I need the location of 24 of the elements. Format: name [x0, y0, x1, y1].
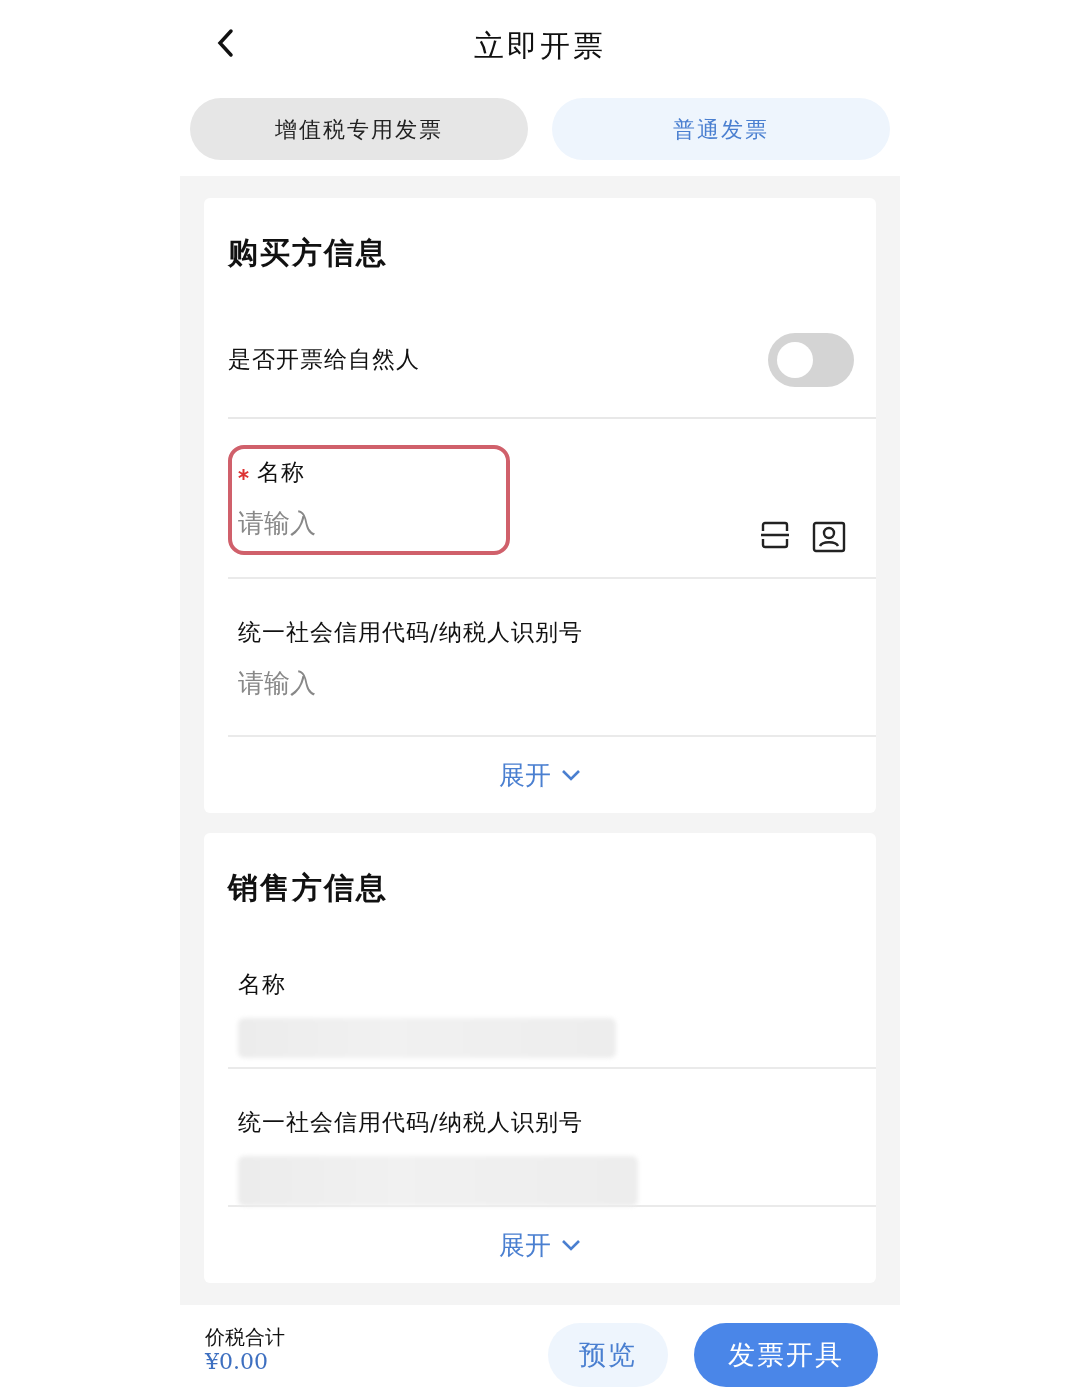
input-field[interactable]: 请输入: [238, 503, 478, 543]
field-label: 名称: [257, 459, 305, 485]
input-field[interactable]: 请输入: [238, 663, 478, 703]
field-label: 统一社会信用代码/纳税人识别号: [238, 619, 583, 645]
total-amount: ¥0.00: [205, 1348, 269, 1375]
contact-card-icon[interactable]: [812, 521, 846, 553]
section-title: 购买方信息: [228, 234, 389, 272]
toggle-switch[interactable]: [768, 332, 854, 387]
expand-button[interactable]: 展开: [216, 737, 864, 813]
chevron-down-icon: [561, 769, 581, 781]
invoice-type-tab[interactable]: 普通发票: [552, 98, 890, 160]
toggle-label: 是否开票给自然人: [228, 345, 420, 375]
preview-button[interactable]: 预览: [548, 1323, 668, 1387]
field-label: 统一社会信用代码/纳税人识别号: [238, 1109, 583, 1135]
expand-button[interactable]: 展开: [216, 1207, 864, 1283]
total-label: 价税合计: [205, 1325, 285, 1349]
scan-icon[interactable]: [760, 521, 790, 549]
issue-invoice-button[interactable]: 发票开具: [694, 1323, 878, 1387]
page-title: 立即开票: [474, 26, 606, 65]
field-label: 名称: [238, 971, 286, 997]
chevron-down-icon: [561, 1239, 581, 1251]
invoice-type-tab[interactable]: 增值税专用发票: [190, 98, 528, 160]
back-icon: [216, 28, 234, 58]
section-title: 销售方信息: [228, 869, 389, 907]
